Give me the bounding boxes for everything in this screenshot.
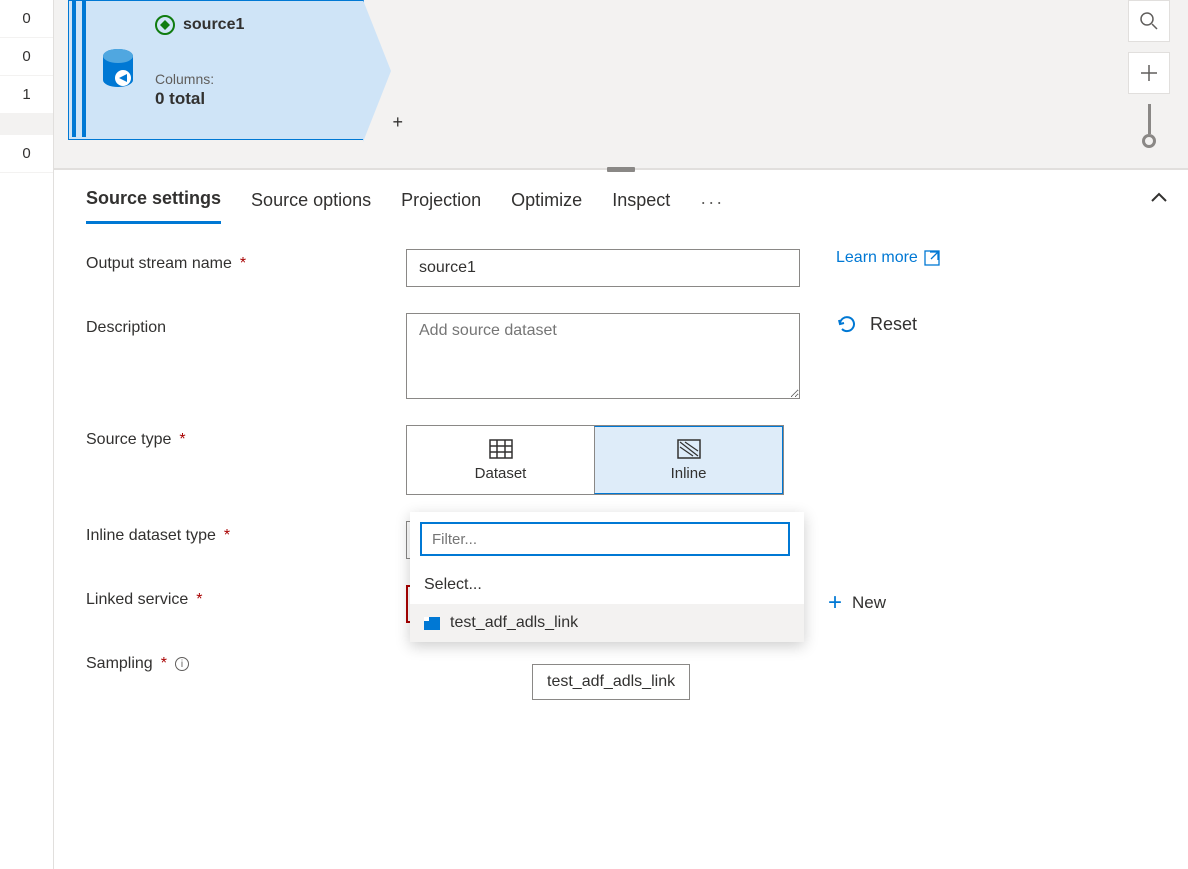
sampling-label: Sampling* i (86, 649, 406, 673)
dropdown-item-test-adf-adls-link[interactable]: test_adf_adls_link (410, 604, 804, 642)
cdm-icon (155, 15, 175, 35)
external-link-icon (924, 250, 940, 266)
tab-optimize[interactable]: Optimize (511, 190, 582, 223)
source-type-label: Source type* (86, 425, 406, 449)
rail-number (0, 114, 53, 135)
node-db-icon (89, 1, 147, 139)
node-body: source1 Columns: 0 total (147, 1, 363, 139)
description-textarea[interactable] (406, 313, 800, 399)
search-icon (1140, 12, 1158, 30)
plus-icon (1140, 64, 1158, 82)
source-type-dataset[interactable]: Dataset (407, 426, 594, 494)
tab-source-options[interactable]: Source options (251, 190, 371, 223)
reset-button[interactable]: Reset (836, 313, 1156, 335)
new-linked-service-button[interactable]: + New (806, 585, 1156, 617)
output-stream-name-input[interactable] (406, 249, 800, 287)
node-accent (82, 1, 86, 137)
dropdown-filter-input[interactable] (420, 522, 790, 556)
plus-icon: + (828, 589, 842, 617)
reset-icon (836, 313, 858, 335)
canvas-area: source1 Columns: 0 total + (54, 0, 1188, 170)
search-button[interactable] (1128, 0, 1170, 42)
rail-number: 1 (0, 76, 53, 114)
add-node-icon[interactable]: + (392, 112, 403, 133)
rail-number: 0 (0, 135, 53, 173)
node-title-row: source1 (155, 15, 355, 35)
dataset-icon (489, 439, 513, 459)
tab-bar: Source settings Source options Projectio… (54, 172, 1188, 225)
rail-number: 0 (0, 38, 53, 76)
info-icon[interactable]: i (175, 657, 189, 671)
source-type-inline[interactable]: Inline (594, 426, 783, 494)
tab-projection[interactable]: Projection (401, 190, 481, 223)
linked-service-label: Linked service* (86, 585, 406, 609)
zoom-slider[interactable] (1128, 104, 1170, 148)
inline-icon (677, 439, 701, 459)
tab-inspect[interactable]: Inspect (612, 190, 670, 223)
node-columns-total: 0 total (155, 89, 355, 109)
node-accent (72, 1, 76, 137)
tooltip: test_adf_adls_link (532, 664, 690, 700)
linked-service-dropdown-popup: Select... test_adf_adls_link (410, 512, 804, 642)
output-stream-name-label: Output stream name* (86, 249, 406, 273)
source-type-toggle: Dataset Inline (406, 425, 784, 495)
left-rail: 0 0 1 0 (0, 0, 54, 869)
collapse-panel-icon[interactable] (1150, 190, 1168, 206)
tab-source-settings[interactable]: Source settings (86, 188, 221, 224)
source-node[interactable]: source1 Columns: 0 total + (68, 0, 364, 140)
description-label: Description (86, 313, 406, 337)
node-title: source1 (183, 16, 244, 34)
storage-icon (424, 617, 440, 630)
node-columns-label: Columns: (155, 71, 355, 87)
tab-overflow[interactable]: ··· (700, 192, 724, 221)
learn-more-link[interactable]: Learn more (836, 249, 940, 267)
dropdown-item-select[interactable]: Select... (410, 566, 804, 604)
canvas-tools (1128, 0, 1170, 148)
add-button[interactable] (1128, 52, 1170, 94)
inline-dataset-type-label: Inline dataset type* (86, 521, 406, 545)
rail-number: 0 (0, 0, 53, 38)
